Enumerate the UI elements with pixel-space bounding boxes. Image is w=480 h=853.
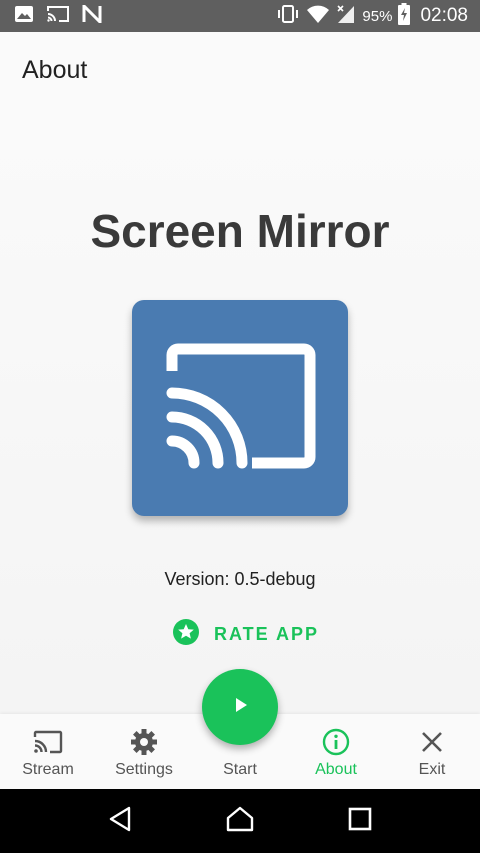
cast-icon: [160, 341, 320, 476]
home-button[interactable]: [220, 801, 260, 841]
nav-item-about[interactable]: About: [288, 714, 384, 789]
rate-app-label: RATE APP: [214, 623, 320, 644]
rate-app-button[interactable]: RATE APP: [166, 614, 325, 654]
nav-item-exit[interactable]: Exit: [384, 714, 480, 789]
app-bar: About: [0, 32, 480, 108]
status-right: 95% 02:08: [276, 2, 468, 30]
close-icon: [420, 727, 444, 757]
nav-item-settings[interactable]: Settings: [96, 714, 192, 789]
square-icon: [348, 807, 372, 836]
about-content: Screen Mirror Version: 0.5-debug RATE AP…: [0, 108, 480, 714]
system-navigation-bar: [0, 789, 480, 853]
nav-item-stream[interactable]: Stream: [0, 714, 96, 789]
play-icon: [230, 695, 250, 720]
image-icon: [14, 5, 34, 28]
nav-label: Stream: [22, 761, 74, 778]
signal-icon: [336, 4, 356, 29]
cast-icon: [46, 5, 70, 28]
info-icon: [322, 727, 350, 757]
back-triangle-icon: [107, 805, 133, 838]
version-text: Version: 0.5-debug: [164, 569, 316, 589]
status-time: 02:08: [420, 5, 468, 26]
status-left: [14, 1, 102, 28]
status-bar: 95% 02:08: [0, 0, 480, 32]
battery-charging-icon: [398, 2, 411, 30]
nav-label: Exit: [418, 761, 446, 778]
cast-icon: [33, 727, 63, 757]
nav-label: Settings: [115, 761, 173, 778]
nav-label: Start: [223, 761, 257, 778]
star-icon: [172, 618, 200, 651]
vibrate-icon: [276, 4, 300, 29]
recents-button[interactable]: [340, 801, 380, 841]
gear-icon: [130, 727, 158, 757]
app-name: Screen Mirror: [90, 205, 390, 257]
back-button[interactable]: [100, 801, 140, 841]
page-title: About: [22, 55, 88, 84]
app-logo: [132, 300, 348, 516]
n-icon: [82, 1, 102, 28]
start-fab[interactable]: [202, 669, 278, 745]
wifi-icon: [306, 4, 330, 29]
battery-percent: 95%: [362, 7, 393, 25]
nav-label: About: [315, 761, 357, 778]
home-icon: [225, 805, 255, 838]
